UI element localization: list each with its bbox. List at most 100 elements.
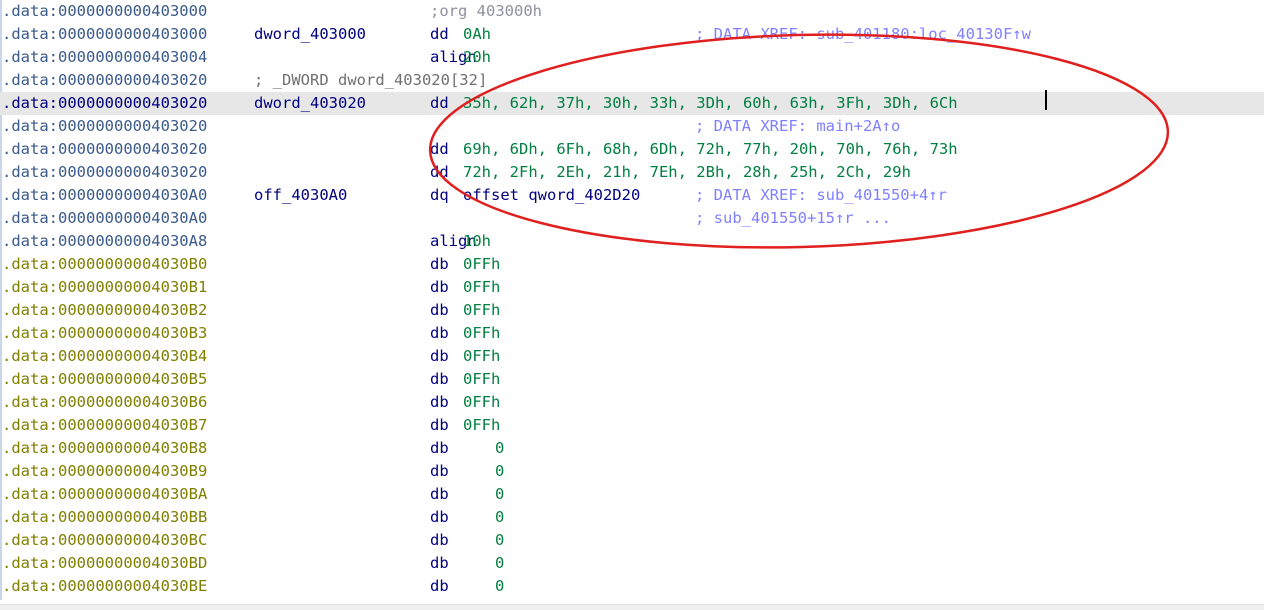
operand: 0FFh (463, 370, 501, 388)
operand: 0 (495, 439, 505, 457)
xref-comment[interactable]: ; DATA XREF: sub_401180:loc_40130F↑w (695, 23, 1031, 46)
listing-line[interactable]: .data:00000000004030BC db 0 (0, 529, 1264, 552)
listing-line[interactable]: .data:00000000004030BB db 0 (0, 506, 1264, 529)
listing-line[interactable]: .data:0000000000403020 ; _DWORD dword_40… (0, 69, 1264, 92)
listing-line[interactable]: .data:00000000004030B2 db 0FFh (0, 299, 1264, 322)
listing-line[interactable]: .data:0000000000403000 dword_403000 dd 0… (0, 23, 1264, 46)
label-dword_403020[interactable]: dword_403020 (254, 92, 366, 115)
label-off_4030A0[interactable]: off_4030A0 (254, 184, 347, 207)
mnemonic: db (430, 255, 449, 273)
listing-line[interactable]: .data:0000000000403020 dd 69h, 6Dh, 6Fh,… (0, 138, 1264, 161)
address: .data:00000000004030B3 (2, 324, 208, 342)
operand: 0Ah (463, 25, 491, 43)
xref-comment[interactable]: ; DATA XREF: sub_401550+4↑r (695, 184, 947, 207)
address: .data:00000000004030B8 (2, 439, 208, 457)
operand: 0 (495, 485, 505, 503)
listing-line[interactable]: .data:00000000004030A8 align 10h (0, 230, 1264, 253)
mnemonic: db (430, 531, 449, 549)
listing-line[interactable]: .data:00000000004030B4 db 0FFh (0, 345, 1264, 368)
listing-line[interactable]: .data:00000000004030B6 db 0FFh (0, 391, 1264, 414)
operand: 0FFh (463, 324, 501, 342)
operand-offset[interactable]: offset qword_402D20 (463, 184, 640, 207)
operand: 0 (495, 462, 505, 480)
listing-line[interactable]: .data:00000000004030B0 db 0FFh (0, 253, 1264, 276)
address: .data:00000000004030BB (2, 508, 208, 526)
address: .data:00000000004030B9 (2, 462, 208, 480)
address: .data:00000000004030A0 (2, 186, 208, 204)
listing-line[interactable]: .data:00000000004030A0 off_4030A0 dq off… (0, 184, 1264, 207)
listing-line[interactable]: .data:00000000004030BA db 0 (0, 483, 1264, 506)
listing-line[interactable]: .data:00000000004030B8 db 0 (0, 437, 1264, 460)
listing-line[interactable]: .data:0000000000403004 align 20h (0, 46, 1264, 69)
address: .data:0000000000403000 (2, 2, 208, 20)
address: .data:00000000004030B6 (2, 393, 208, 411)
operand: 0FFh (463, 393, 501, 411)
address: .data:00000000004030B2 (2, 301, 208, 319)
address: .data:0000000000403000 (2, 25, 208, 43)
listing-line[interactable]: .data:00000000004030B5 db 0FFh (0, 368, 1264, 391)
mnemonic: db (430, 462, 449, 480)
operand-array: 72h, 2Fh, 2Eh, 21h, 7Eh, 2Bh, 28h, 25h, … (463, 163, 911, 181)
text-caret (1045, 90, 1047, 110)
mnemonic: db (430, 278, 449, 296)
operand-array: 69h, 6Dh, 6Fh, 68h, 6Dh, 72h, 77h, 20h, … (463, 140, 958, 158)
mnemonic: db (430, 347, 449, 365)
listing-line-selected[interactable]: .data:0000000000403020 dword_403020 dd 3… (0, 92, 1264, 115)
operand-array: 35h, 62h, 37h, 30h, 33h, 3Dh, 60h, 63h, … (463, 94, 958, 112)
listing-line[interactable]: .data:0000000000403020 dd 72h, 2Fh, 2Eh,… (0, 161, 1264, 184)
operand: 0FFh (463, 347, 501, 365)
address: .data:0000000000403020 (2, 117, 208, 135)
mnemonic: db (430, 416, 449, 434)
disassembly-listing[interactable]: .data:0000000000403000 ;org 403000h .dat… (0, 0, 1264, 598)
listing-line[interactable]: .data:0000000000403000 ;org 403000h (0, 0, 1264, 23)
operand: 0 (495, 508, 505, 526)
address: .data:00000000004030B5 (2, 370, 208, 388)
operand: 10h (463, 232, 491, 250)
type-comment: ; _DWORD dword_403020[32] (254, 71, 488, 89)
operand: 0 (495, 531, 505, 549)
xref-comment[interactable]: ; sub_401550+15↑r ... (695, 207, 891, 230)
address: .data:00000000004030BA (2, 485, 208, 503)
address: .data:0000000000403020 (2, 140, 208, 158)
listing-line[interactable]: .data:00000000004030B1 db 0FFh (0, 276, 1264, 299)
mnemonic: db (430, 577, 449, 595)
mnemonic: db (430, 508, 449, 526)
address: .data:0000000000403020 (2, 94, 208, 112)
mnemonic: dd (430, 94, 449, 112)
operand: 0FFh (463, 278, 501, 296)
mnemonic: db (430, 324, 449, 342)
listing-line[interactable]: .data:0000000000403020 ; DATA XREF: main… (0, 115, 1264, 138)
mnemonic: db (430, 370, 449, 388)
horizontal-scrollbar[interactable] (0, 604, 1264, 610)
operand: 20h (463, 48, 491, 66)
address: .data:00000000004030BD (2, 554, 208, 572)
listing-line[interactable]: .data:00000000004030A0 ; sub_401550+15↑r… (0, 207, 1264, 230)
address: .data:00000000004030B4 (2, 347, 208, 365)
address: .data:00000000004030B1 (2, 278, 208, 296)
listing-line[interactable]: .data:00000000004030BD db 0 (0, 552, 1264, 575)
listing-line[interactable]: .data:00000000004030BE db 0 (0, 575, 1264, 598)
xref-comment[interactable]: ; DATA XREF: main+2A↑o (695, 115, 900, 138)
label-dword_403000[interactable]: dword_403000 (254, 23, 366, 46)
mnemonic: db (430, 301, 449, 319)
address: .data:0000000000403020 (2, 163, 208, 181)
address: .data:0000000000403020 (2, 71, 208, 89)
mnemonic: dq (430, 186, 449, 204)
operand: 0 (495, 577, 505, 595)
listing-line[interactable]: .data:00000000004030B9 db 0 (0, 460, 1264, 483)
mnemonic: dd (430, 163, 449, 181)
address: .data:00000000004030B7 (2, 416, 208, 434)
listing-line[interactable]: .data:00000000004030B3 db 0FFh (0, 322, 1264, 345)
mnemonic: db (430, 485, 449, 503)
ida-disassembly-view[interactable]: .data:0000000000403000 ;org 403000h .dat… (0, 0, 1264, 610)
mnemonic: db (430, 439, 449, 457)
mnemonic: dd (430, 140, 449, 158)
operand: 0FFh (463, 301, 501, 319)
mnemonic: db (430, 554, 449, 572)
listing-line[interactable]: .data:00000000004030B7 db 0FFh (0, 414, 1264, 437)
directive: ;org 403000h (430, 2, 542, 20)
mnemonic: db (430, 393, 449, 411)
address: .data:00000000004030A0 (2, 209, 208, 227)
address: .data:00000000004030B0 (2, 255, 208, 273)
address: .data:00000000004030A8 (2, 232, 208, 250)
